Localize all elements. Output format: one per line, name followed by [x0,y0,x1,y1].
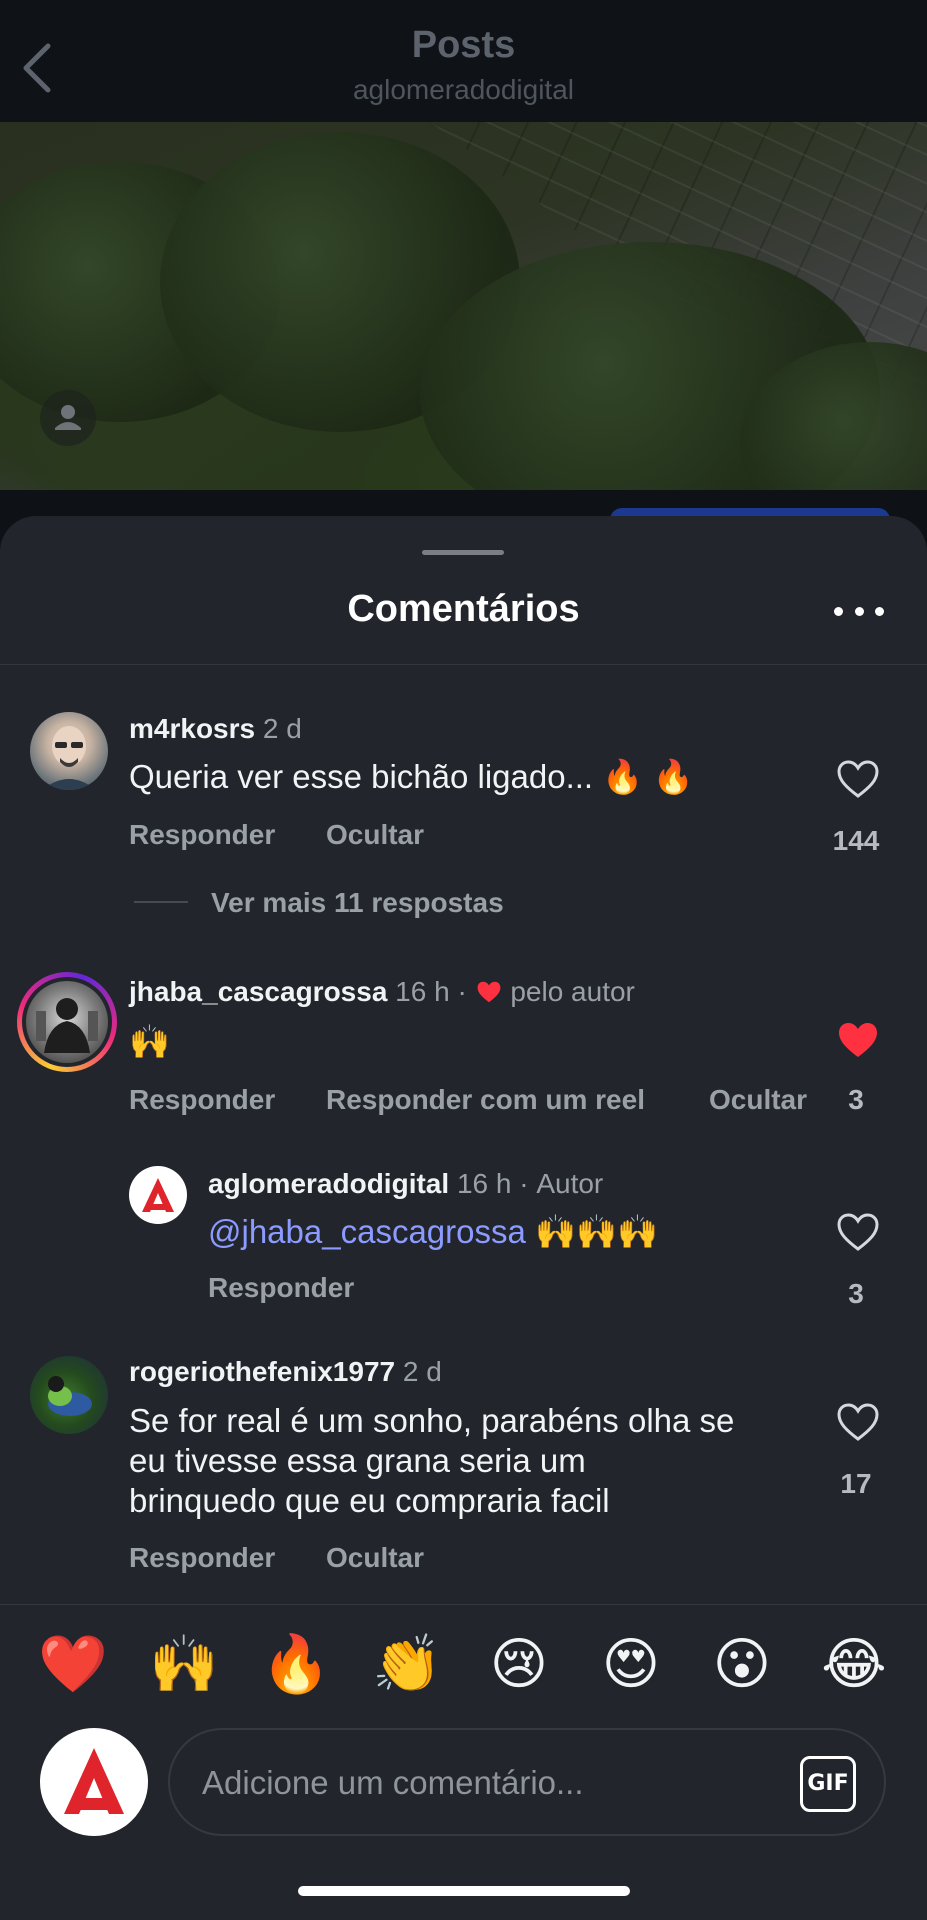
replies-line [134,901,188,903]
comment-time: 2 d [402,1356,442,1387]
hide-button[interactable]: Ocultar [326,1542,424,1574]
brand-logo-icon [142,1178,174,1212]
heart-filled-icon [477,981,500,1003]
comment-username[interactable]: m4rkosrs 2 d [129,713,302,745]
reply-button[interactable]: Responder [208,1272,354,1304]
sheet-drag-handle[interactable] [422,550,504,555]
post-image[interactable] [0,122,927,490]
comment-text: @jhaba_cascagrossa 🙌🙌🙌 [208,1212,658,1252]
like-count: 3 [848,1278,864,1309]
mention-link[interactable]: @jhaba_cascagrossa [208,1213,526,1250]
comment-text-line: Se for real é um sonho, parabéns olha se [129,1402,735,1439]
like-button[interactable] [836,1020,880,1060]
avatar-photo [42,726,96,790]
heart-outline-icon [837,1403,879,1441]
avatar[interactable] [129,1166,187,1224]
more-options-button[interactable] [834,596,884,626]
like-count: 144 [832,825,880,856]
emoji-raised-hands-button[interactable]: 🙌 [149,1630,219,1700]
more-horizontal-icon [834,606,843,616]
emoji-crying-button[interactable]: 😢 [484,1630,554,1700]
dot [854,606,864,616]
emoji-fire-button[interactable]: 🔥 [261,1630,331,1700]
home-indicator[interactable] [298,1886,630,1896]
comment-time: 16 h [395,976,450,1007]
comment-username[interactable]: jhaba_cascagrossa 16 h · pelo autor [129,976,635,1008]
top-header: Posts aglomeradodigital [0,0,927,122]
comment-text-line: brinquedo que eu compraria facil [129,1482,610,1519]
dot [875,606,884,616]
page-subtitle[interactable]: aglomeradodigital [0,74,927,106]
comment-text: 🙌 [129,1023,171,1060]
avatar [26,981,108,1063]
reply-button[interactable]: Responder [129,1542,275,1574]
avatar-photo [48,1376,92,1416]
gif-button[interactable]: GIF [800,1756,856,1812]
like-count: 17 [840,1468,872,1499]
comment-input[interactable] [202,1756,762,1810]
comment-username[interactable]: aglomeradodigital 16 h · Autor [208,1168,603,1200]
brand-logo-icon [64,1748,124,1814]
person-icon [55,405,81,430]
divider [0,1604,927,1605]
username-text[interactable]: rogeriothefenix1977 [129,1356,395,1387]
comment-emoji-text: 🙌🙌🙌 [535,1213,659,1250]
heart-filled-icon [839,1023,877,1057]
author-badge: Autor [536,1168,604,1199]
heart-outline-icon [837,1213,879,1251]
emoji-surprised-button[interactable]: 😮 [707,1630,777,1700]
comment-time: 2 d [262,713,302,744]
like-button[interactable] [836,1212,880,1252]
comment-composer: GIF [168,1728,886,1836]
comment-time: 16 h [456,1168,512,1199]
like-button[interactable] [836,1402,880,1442]
like-button[interactable] [836,759,880,799]
emoji-reaction-bar: ❤️ 🙌 🔥 👏 😢 😍 😮 😂 [0,1630,927,1700]
emoji-clap-button[interactable]: 👏 [372,1630,442,1700]
reply-with-reel-button[interactable]: Responder com um reel [326,1084,645,1116]
liked-by-author-label: pelo autor [510,976,635,1007]
comment-text: Queria ver esse bichão ligado... 🔥 🔥 [129,758,694,795]
emoji-heart-eyes-button[interactable]: 😍 [596,1630,666,1700]
emoji-laughing-button[interactable]: 😂 [819,1630,889,1700]
comment-username[interactable]: rogeriothefenix1977 2 d [129,1356,442,1388]
tagged-people-button[interactable] [40,390,96,446]
avatar[interactable] [30,1356,108,1434]
heart-outline-icon [837,760,879,798]
username-text[interactable]: m4rkosrs [129,713,255,744]
divider [0,664,927,665]
page-title: Posts [411,24,516,66]
comment-text-line: eu tivesse essa grana seria um [129,1442,586,1479]
reply-button[interactable]: Responder [129,1084,275,1116]
username-text[interactable]: jhaba_cascagrossa [129,976,387,1007]
comments-title: Comentários [347,588,580,630]
hide-button[interactable]: Ocultar [326,819,424,851]
meta-separator: · [519,1168,529,1199]
hide-button[interactable]: Ocultar [709,1084,807,1116]
emoji-heart-button[interactable]: ❤️ [38,1630,108,1700]
my-avatar [40,1728,148,1836]
avatar-story-ring[interactable] [17,972,117,1072]
meta-separator: · [457,976,467,1007]
avatar-photo [36,998,98,1053]
like-count: 3 [848,1084,864,1115]
avatar[interactable] [30,712,108,790]
view-more-replies-button[interactable]: Ver mais 11 respostas [211,887,504,919]
username-text[interactable]: aglomeradodigital [208,1168,449,1199]
reply-button[interactable]: Responder [129,819,275,851]
